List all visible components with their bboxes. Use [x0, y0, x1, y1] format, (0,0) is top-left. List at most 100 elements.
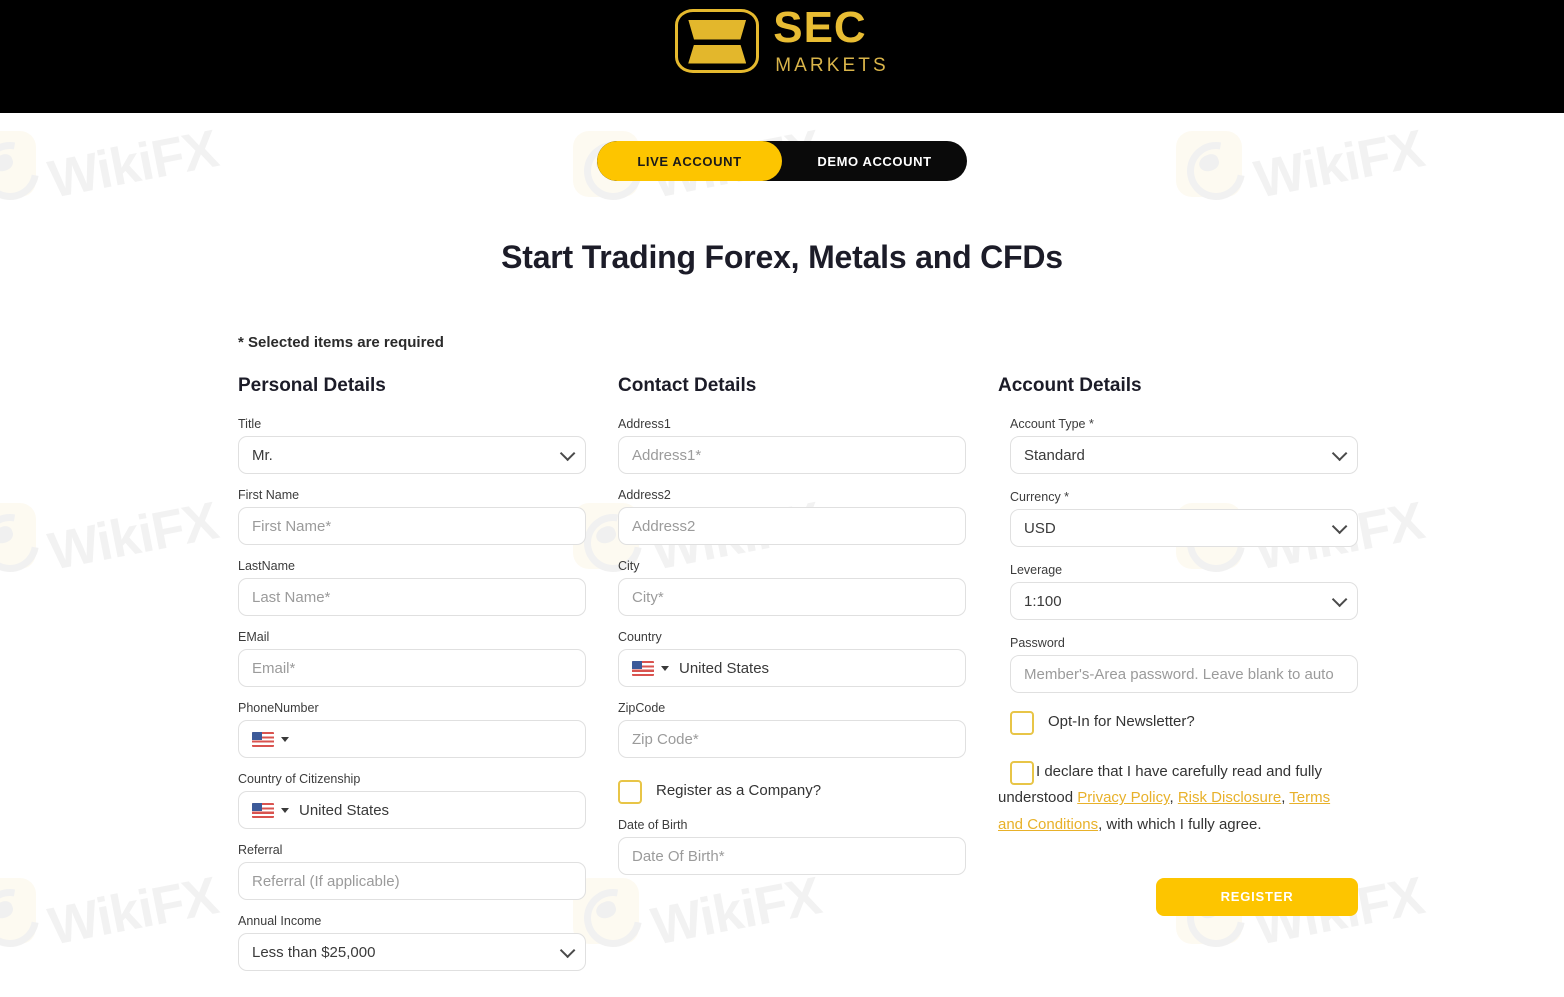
site-header: SEC MARKETS [0, 0, 1564, 113]
phone-number-input[interactable] [238, 720, 586, 758]
us-flag-icon [632, 660, 654, 676]
logo-bar-bottom [688, 44, 747, 64]
field-date-of-birth: Date of Birth Date Of Birth* [618, 818, 998, 875]
field-leverage: Leverage 1:100 [1010, 563, 1378, 620]
personal-details-heading: Personal Details [238, 375, 386, 396]
city-input[interactable]: City* [618, 578, 966, 616]
country-select[interactable]: United States [618, 649, 966, 687]
chevron-down-icon [1331, 445, 1348, 461]
first-name-label: First Name [238, 488, 300, 502]
newsletter-label: Opt-In for Newsletter? [1048, 713, 1195, 730]
currency-select[interactable]: USD [1010, 509, 1358, 547]
password-label: Password [1010, 636, 1065, 650]
account-details-heading: Account Details [998, 375, 1142, 396]
field-address2: Address2 Address2 [618, 488, 998, 545]
address2-input[interactable]: Address2 [618, 507, 966, 545]
first-name-input[interactable]: First Name* [238, 507, 586, 545]
city-label: City [618, 559, 640, 573]
us-flag-icon [252, 731, 274, 747]
currency-value: USD [1024, 519, 1056, 537]
register-button[interactable]: REGISTER [1156, 877, 1358, 916]
field-phone-number: PhoneNumber [238, 701, 618, 758]
leverage-select[interactable]: 1:100 [1010, 582, 1358, 620]
chevron-down-icon [559, 942, 576, 958]
risk-disclosure-link[interactable]: Risk Disclosure [1178, 789, 1281, 806]
privacy-policy-link[interactable]: Privacy Policy [1077, 789, 1169, 806]
brand-name-secondary: MARKETS [775, 55, 889, 76]
country-label: Country [618, 630, 662, 644]
address2-label: Address2 [618, 488, 671, 502]
tab-demo-account[interactable]: DEMO ACCOUNT [782, 141, 967, 181]
caret-down-icon[interactable] [281, 736, 289, 742]
register-as-company-checkbox[interactable] [618, 780, 642, 804]
sec-markets-logo-icon [675, 8, 760, 73]
declaration-part2: , with which I fully agree. [1098, 815, 1262, 833]
country-of-citizenship-select[interactable]: United States [238, 791, 586, 829]
account-type-label: Account Type * [1010, 417, 1094, 431]
account-details-section: Account Details Account Type * Standard … [998, 375, 1378, 985]
annual-income-value: Less than $25,000 [252, 943, 376, 961]
referral-input[interactable]: Referral (If applicable) [238, 862, 586, 900]
caret-down-icon[interactable] [281, 807, 289, 813]
caret-down-icon[interactable] [661, 665, 669, 671]
password-input[interactable]: Member's-Area password. Leave blank to a… [1010, 655, 1358, 693]
field-annual-income: Annual Income Less than $25,000 [238, 914, 618, 971]
brand-wordmark: SEC MARKETS [773, 3, 889, 76]
account-type-value: Standard [1024, 446, 1085, 464]
title-label: Title [238, 417, 262, 431]
country-of-citizenship-value: United States [299, 801, 390, 819]
declaration-block: I declare that I have carefully read and… [998, 759, 1358, 838]
register-as-company-row: Register as a Company? [618, 780, 998, 804]
email-input[interactable]: Email* [238, 649, 586, 687]
date-of-birth-label: Date of Birth [618, 818, 688, 832]
currency-label: Currency * [1010, 490, 1070, 504]
last-name-input[interactable]: Last Name* [238, 578, 586, 616]
register-as-company-label: Register as a Company? [656, 782, 822, 799]
newsletter-checkbox[interactable] [1010, 711, 1034, 735]
field-currency: Currency * USD [1010, 490, 1378, 547]
field-last-name: LastName Last Name* [238, 559, 618, 616]
logo-bar-top [688, 19, 747, 40]
address1-input[interactable]: Address1* [618, 436, 966, 474]
field-city: City City* [618, 559, 998, 616]
page-title: Start Trading Forex, Metals and CFDs [501, 239, 1063, 275]
date-of-birth-input[interactable]: Date Of Birth* [618, 837, 966, 875]
field-referral: Referral Referral (If applicable) [238, 843, 618, 900]
phone-number-label: PhoneNumber [238, 701, 319, 715]
zipcode-label: ZipCode [618, 701, 666, 715]
password-placeholder: Member's-Area password. Leave blank to a… [1024, 665, 1334, 683]
leverage-label: Leverage [1010, 563, 1063, 577]
declaration-checkbox[interactable] [1010, 761, 1034, 785]
field-account-type: Account Type * Standard [1010, 417, 1378, 474]
country-value: United States [679, 659, 770, 677]
field-zipcode: ZipCode Zip Code* [618, 701, 998, 758]
chevron-down-icon [1331, 591, 1348, 607]
personal-details-section: Personal Details Title Mr. First Name Fi… [238, 375, 618, 985]
referral-label: Referral [238, 843, 283, 857]
address1-label: Address1 [618, 417, 671, 431]
country-of-citizenship-label: Country of Citizenship [238, 772, 361, 786]
register-row: REGISTER [1010, 877, 1358, 916]
brand-name-primary: SEC [773, 3, 867, 52]
declaration-text: I declare that I have carefully read and… [998, 759, 1358, 838]
field-address1: Address1 Address1* [618, 417, 998, 474]
chevron-down-icon [1331, 518, 1348, 534]
title-select[interactable]: Mr. [238, 436, 586, 474]
brand-logo[interactable]: SEC MARKETS [675, 6, 889, 75]
declaration-sep1: , [1169, 789, 1178, 807]
annual-income-label: Annual Income [238, 914, 322, 928]
field-country-of-citizenship: Country of Citizenship United States [238, 772, 618, 829]
required-items-note: * Selected items are required [238, 334, 444, 351]
email-label: EMail [238, 630, 270, 644]
last-name-label: LastName [238, 559, 295, 573]
us-flag-icon [252, 802, 274, 818]
registration-page: LIVE ACCOUNT DEMO ACCOUNT Start Trading … [0, 141, 1564, 971]
contact-details-section: Contact Details Address1 Address1* Addre… [618, 375, 998, 985]
contact-details-heading: Contact Details [618, 375, 757, 396]
account-type-select[interactable]: Standard [1010, 436, 1358, 474]
chevron-down-icon [559, 445, 576, 461]
zipcode-input[interactable]: Zip Code* [618, 720, 966, 758]
registration-form-columns: Personal Details Title Mr. First Name Fi… [0, 375, 1564, 985]
tab-live-account[interactable]: LIVE ACCOUNT [597, 141, 782, 181]
annual-income-select[interactable]: Less than $25,000 [238, 933, 586, 971]
